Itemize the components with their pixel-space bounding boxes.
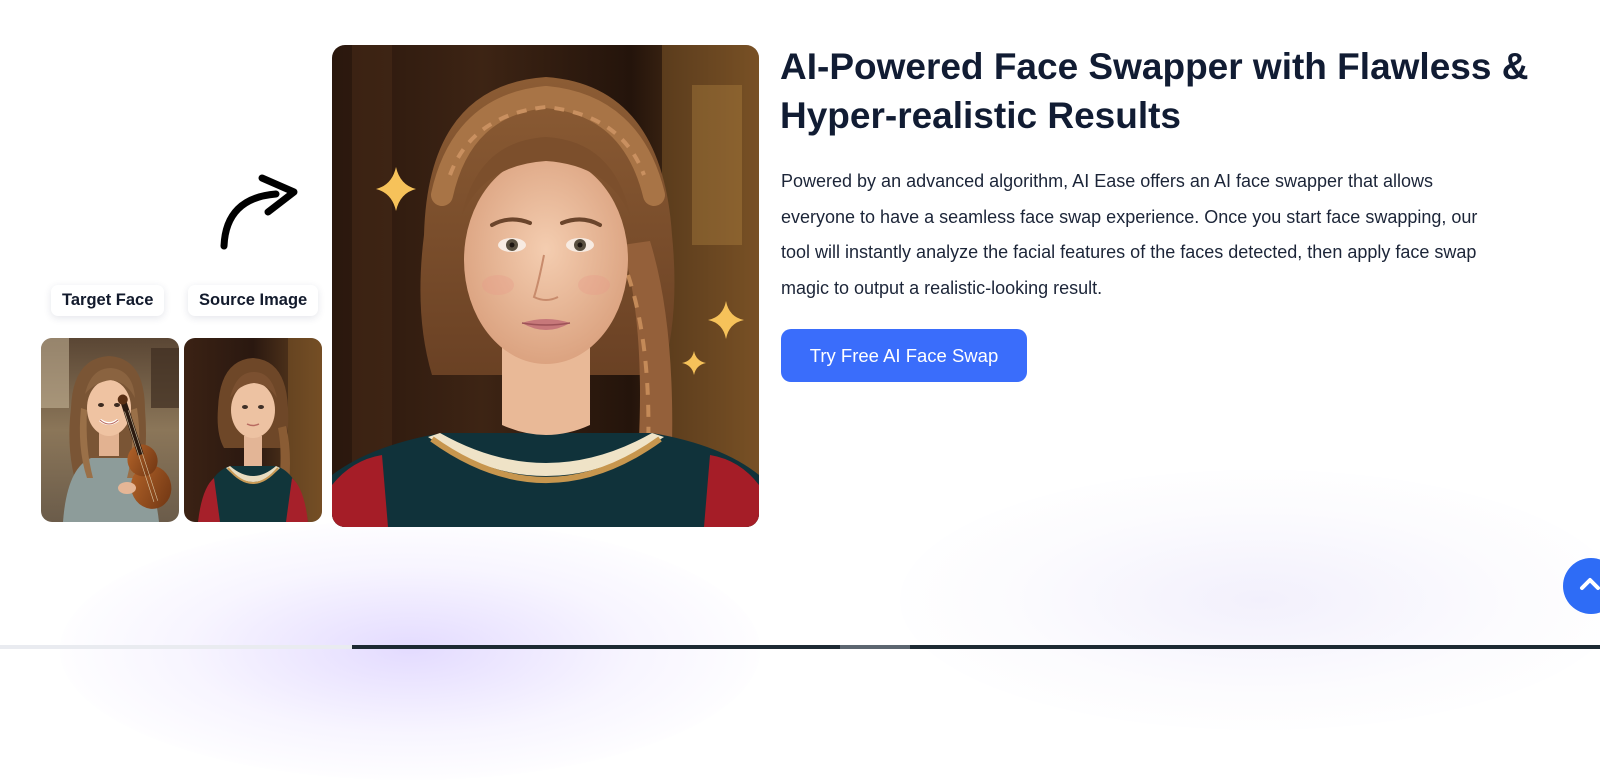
target-face-label: Target Face bbox=[51, 285, 165, 316]
feature-description: Powered by an advanced algorithm, AI Eas… bbox=[781, 171, 1478, 298]
bottom-edge-mid bbox=[840, 645, 910, 649]
curved-arrow-icon bbox=[220, 174, 298, 250]
bottom-edge-strip bbox=[0, 645, 1600, 649]
page-title: AI-Powered Face Swapper with Flawless & … bbox=[780, 46, 1529, 136]
background-glow-right bbox=[900, 470, 1600, 730]
target-face-image bbox=[41, 338, 179, 522]
chevron-up-icon bbox=[1580, 578, 1600, 590]
source-image bbox=[184, 338, 322, 522]
back-to-top-button[interactable] bbox=[1563, 558, 1600, 614]
background-glow bbox=[60, 520, 760, 780]
source-image-label: Source Image bbox=[188, 285, 319, 316]
try-free-face-swap-button[interactable]: Try Free AI Face Swap bbox=[781, 329, 1027, 382]
face-swap-result-image bbox=[332, 45, 759, 527]
bottom-edge-dark bbox=[352, 645, 1600, 649]
